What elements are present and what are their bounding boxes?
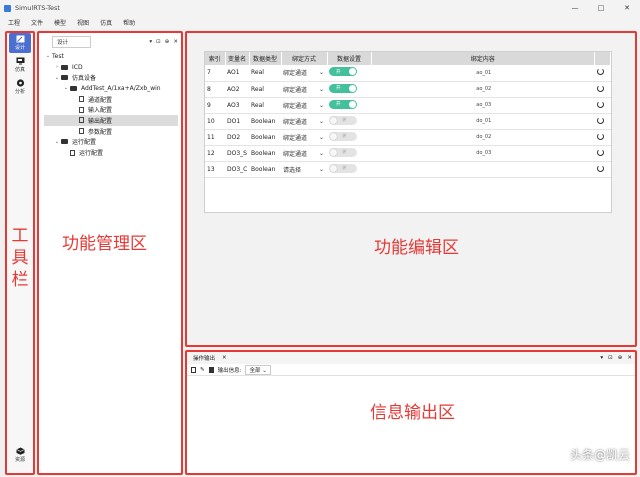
window-title: SimulRTS-Test [15, 4, 60, 12]
close-button[interactable]: ✕ [614, 0, 640, 16]
menu-simulation[interactable]: 仿真 [100, 18, 112, 27]
toolbar-annotation-label: 工具栏 [10, 225, 30, 291]
maximize-button[interactable]: □ [588, 0, 614, 16]
app-icon [4, 4, 11, 12]
watermark: 头条@凯云 [569, 448, 630, 462]
menu-view[interactable]: 视图 [77, 18, 89, 27]
title-bar: SimulRTS-Test — □ ✕ [0, 0, 640, 16]
edit-annotation-box [185, 31, 637, 347]
output-annotation-label: 信息输出区 [370, 403, 455, 423]
edit-annotation-label: 功能编辑区 [374, 238, 459, 258]
tree-annotation-label: 功能管理区 [62, 234, 147, 254]
toolbar-annotation-char: 栏 [11, 270, 29, 290]
menu-model[interactable]: 模型 [54, 18, 66, 27]
minimize-button[interactable]: — [562, 0, 588, 16]
toolbar-annotation-char: 工 [11, 226, 29, 246]
toolbar-annotation-char: 具 [11, 248, 29, 268]
menu-file[interactable]: 文件 [31, 18, 43, 27]
menu-project[interactable]: 工程 [8, 18, 20, 27]
menu-bar: 工程 文件 模型 视图 仿真 帮助 [0, 16, 640, 29]
menu-help[interactable]: 帮助 [123, 18, 135, 27]
window-controls: — □ ✕ [562, 0, 640, 16]
